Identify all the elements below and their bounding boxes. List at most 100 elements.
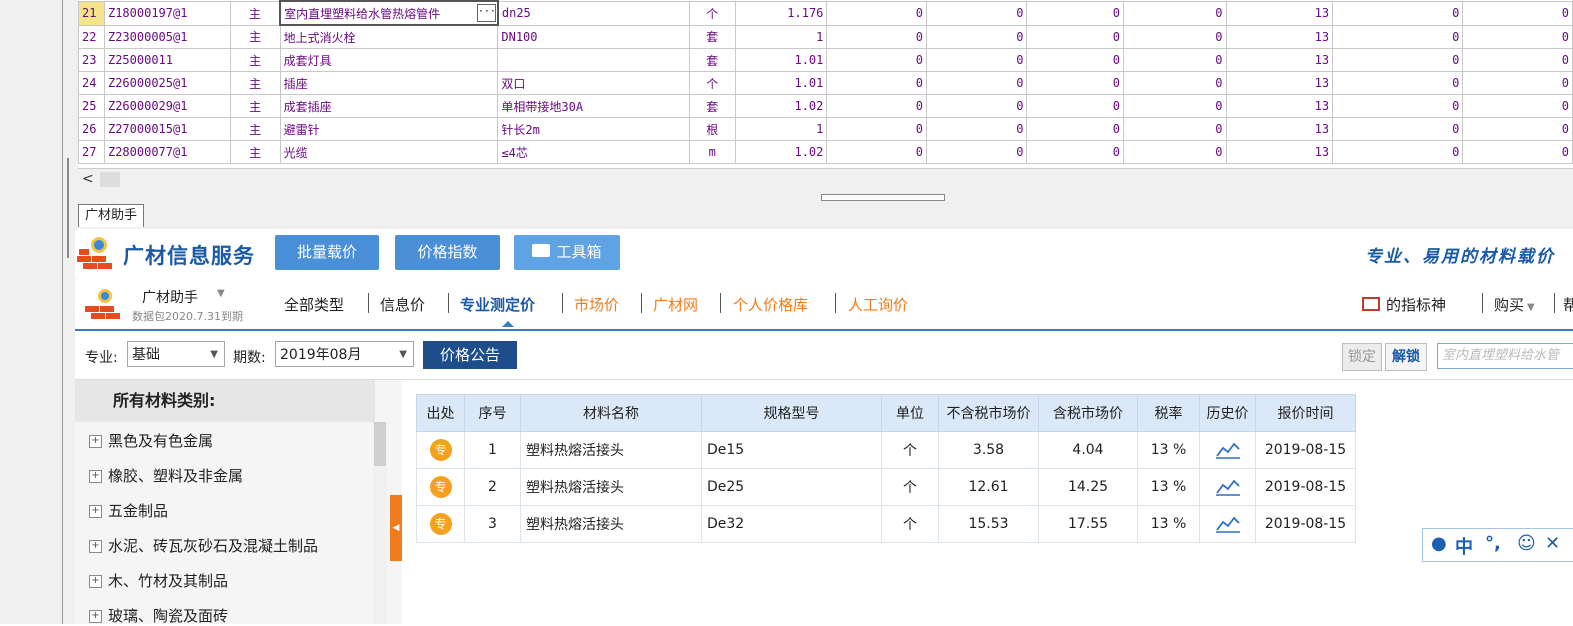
category-item[interactable]: + 橡胶、塑料及非金属 [89,465,243,486]
rate-cell[interactable]: 13 [1225,94,1334,118]
value-cell[interactable]: 0 [826,94,927,118]
unit-cell[interactable]: 根 [688,117,736,141]
rate-cell[interactable]: 13 [1225,24,1334,49]
code-cell[interactable]: Z26000029@1 [103,94,231,118]
seq-cell[interactable]: 1 [464,431,521,469]
value-cell[interactable]: 0 [1026,0,1124,26]
table-row[interactable]: 专 1 塑料热熔活接头 De15 个 3.58 4.04 13 % 2019-0… [416,431,1356,469]
name-cell[interactable]: 插座 [279,71,499,95]
spec-cell[interactable]: De25 [701,468,882,506]
tab-manual-inquiry[interactable]: 人工询价 [848,294,908,315]
rate-cell[interactable]: 13 [1225,48,1334,72]
grid-row[interactable]: 21 Z18000197@1 主 室内直埋塑料给水管热熔管件 ··· dn25 个… [78,0,1573,26]
history-cell[interactable] [1199,468,1256,506]
rate-cell[interactable]: 13 [1225,140,1334,164]
value-cell[interactable]: 0 [1123,94,1227,118]
name-cell[interactable]: 成套灯具 [279,48,499,72]
value-cell[interactable]: 0 [1462,140,1573,164]
value-cell[interactable]: 0 [826,24,927,49]
tab-all-types[interactable]: 全部类型 [284,294,344,315]
value-cell[interactable]: 0 [1462,0,1573,26]
value-cell[interactable]: 0 [826,48,927,72]
column-header[interactable]: 报价时间 [1255,394,1356,432]
value-cell[interactable]: 0 [1026,48,1124,72]
grid-row[interactable]: 24 Z26000025@1 主 插座 双口 个 1.01 0 0 0 0 13… [78,71,1573,95]
scroll-thumb[interactable] [374,422,386,466]
value-cell[interactable]: 0 [1123,140,1227,164]
quote-date-cell[interactable]: 2019-08-15 [1255,505,1356,543]
spec-cell[interactable]: De32 [701,505,882,543]
type-cell[interactable]: 主 [229,71,281,95]
category-item[interactable]: + 水泥、砖瓦灰砂石及混凝土制品 [89,535,318,556]
value-cell[interactable]: 0 [925,48,1028,72]
expand-icon[interactable]: + [89,505,102,518]
quote-date-cell[interactable]: 2019-08-15 [1255,431,1356,469]
tab-professional-price[interactable]: 专业测定价 [460,294,535,315]
value-cell[interactable]: 0 [1332,24,1464,49]
toolbox-button[interactable]: 工具箱 [514,235,620,270]
rate-cell[interactable]: 13 [1225,117,1334,141]
material-name-cell[interactable]: 塑料热熔活接头 [520,468,702,506]
toolbox-label[interactable]: 工具箱 [556,243,601,261]
value-cell[interactable]: 0 [1462,117,1573,141]
scroll-left-arrow[interactable]: < [82,171,94,187]
tax-rate-cell[interactable]: 13 % [1137,468,1200,506]
type-cell[interactable]: 主 [229,140,281,164]
value-cell[interactable]: 0 [1026,24,1124,49]
rate-cell[interactable]: 13 [1225,71,1334,95]
ime-mode[interactable]: 中 [1455,533,1473,559]
help-link[interactable]: 帮 [1563,294,1573,315]
code-cell[interactable]: Z18000197@1 [103,0,231,26]
value-cell[interactable]: 0 [1026,140,1124,164]
tax-rate-cell[interactable]: 13 % [1137,505,1200,543]
chevron-down-icon[interactable]: ▼ [1527,302,1535,313]
tab-guangcai-net[interactable]: 广材网 [653,294,698,315]
category-item[interactable]: + 木、竹材及其制品 [89,570,228,591]
column-header[interactable]: 税率 [1137,394,1200,432]
table-row[interactable]: 专 2 塑料热熔活接头 De25 个 12.61 14.25 13 % 2019… [416,468,1356,506]
history-cell[interactable] [1199,431,1256,469]
value-cell[interactable]: 0 [1462,24,1573,49]
grid-row[interactable]: 26 Z27000015@1 主 避雷针 针长2m 根 1 0 0 0 0 13… [78,117,1573,141]
value-cell[interactable]: 0 [1332,71,1464,95]
specialty-select[interactable]: 基础 ▼ [127,341,225,367]
indicator-god-link[interactable]: 的指标神 [1362,294,1446,315]
value-cell[interactable]: 0 [1332,94,1464,118]
emoji-icon[interactable]: ☺ [1517,533,1536,554]
category-label[interactable]: 玻璃、陶瓷及面砖 [108,607,228,625]
tax-rate-cell[interactable]: 13 % [1137,431,1200,469]
unit-cell[interactable]: 套 [688,48,736,72]
tools-icon[interactable]: ✕ [1545,533,1560,554]
name-cell[interactable]: 光缆 [279,140,499,164]
code-cell[interactable]: Z25000011 [103,48,231,72]
category-item[interactable]: + 五金制品 [89,500,168,521]
category-scrollbar[interactable] [373,422,387,624]
search-input[interactable]: 室内直埋塑料给水管 [1437,343,1573,369]
unlock-button[interactable]: 解锁 [1385,343,1427,371]
tab-guangcai-assistant[interactable]: 广材助手 [78,204,145,227]
code-cell[interactable]: Z28000077@1 [103,140,231,164]
column-header[interactable]: 单位 [881,394,939,432]
value-cell[interactable]: 0 [1332,117,1464,141]
value-cell[interactable]: 0 [826,140,927,164]
line-chart-icon[interactable] [1215,440,1241,460]
name-value[interactable]: 室内直埋塑料给水管热熔管件 [284,7,440,21]
name-cell[interactable]: 避雷针 [279,117,499,141]
value-cell[interactable]: 0 [925,117,1028,141]
line-chart-icon[interactable] [1215,514,1241,534]
expand-icon[interactable]: + [89,470,102,483]
qty-cell[interactable]: 1 [734,24,828,49]
panel-splitter[interactable] [78,191,1573,203]
grid-row[interactable]: 25 Z26000029@1 主 成套插座 单相带接地30A 套 1.02 0 … [78,94,1573,118]
buy-label[interactable]: 购买 [1494,296,1524,314]
value-cell[interactable]: 0 [925,140,1028,164]
user-icon[interactable]: ● [1431,533,1447,554]
value-cell[interactable]: 0 [1123,117,1227,141]
expand-icon[interactable]: + [89,610,102,623]
type-cell[interactable]: 主 [229,94,281,118]
unit-cell[interactable]: 个 [881,468,939,506]
value-cell[interactable]: 0 [1332,140,1464,164]
punctuation-icon[interactable]: °, [1485,533,1501,554]
horizontal-scrollbar[interactable]: < [78,168,1573,191]
price-in-tax-cell[interactable]: 17.55 [1038,505,1138,543]
